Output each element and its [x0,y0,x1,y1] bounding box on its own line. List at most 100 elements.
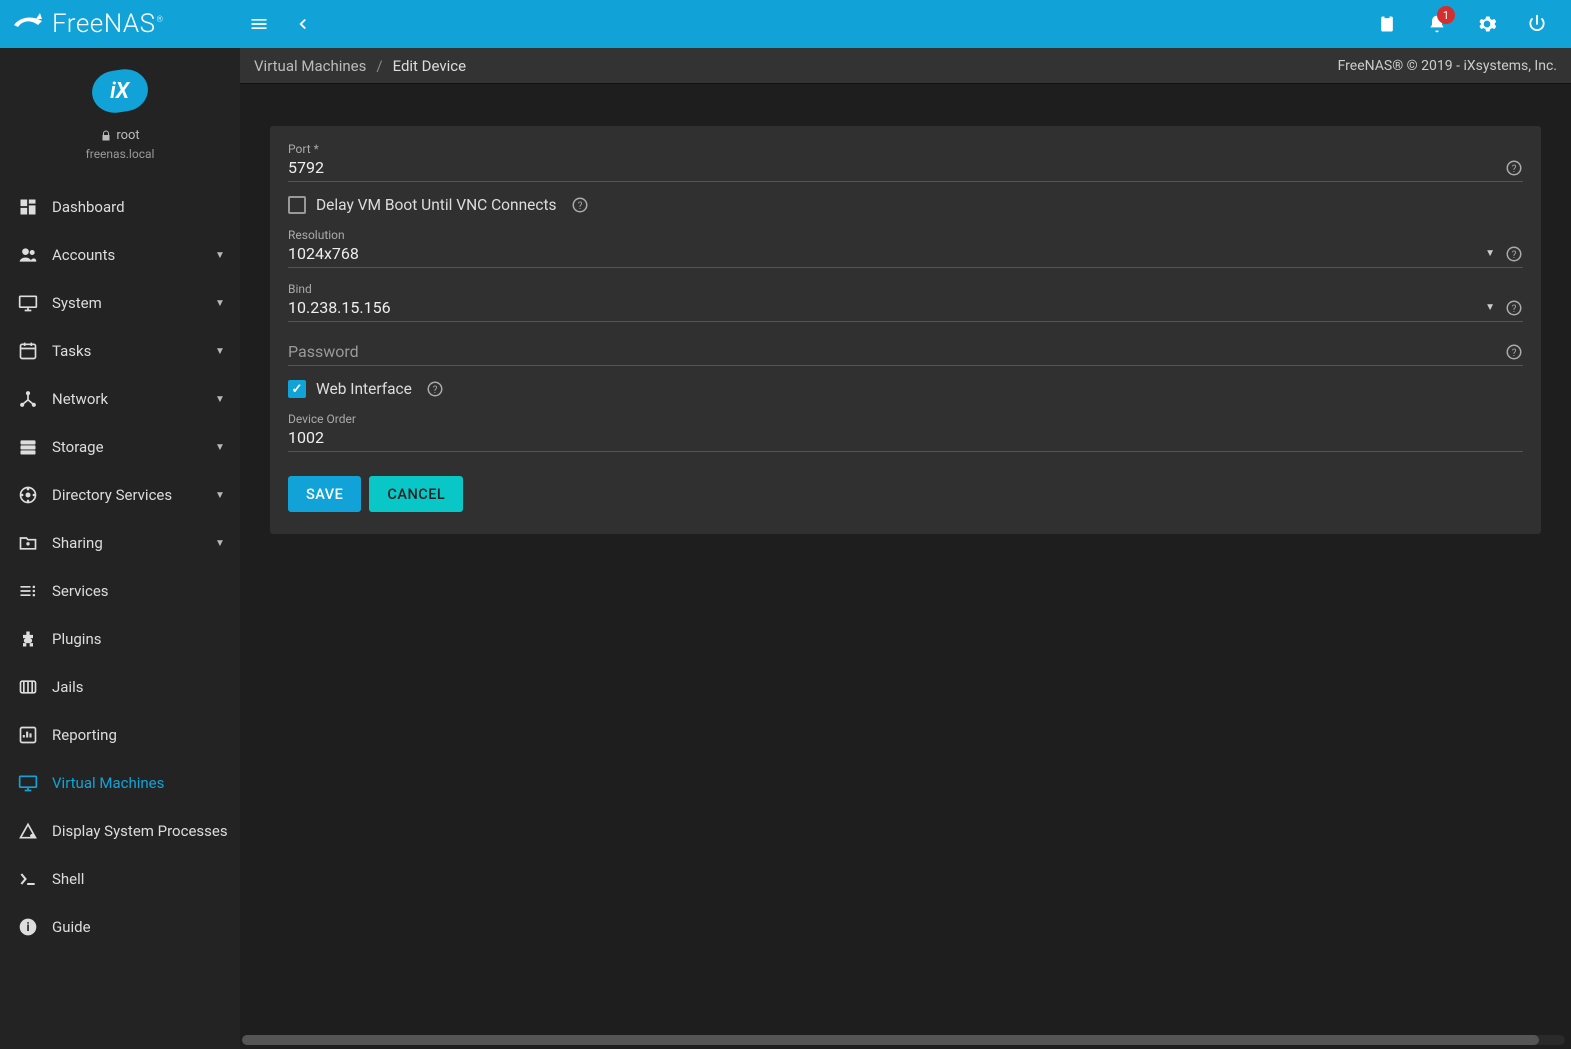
processes-icon [12,821,44,841]
sidebar-item-guide[interactable]: i Guide [0,903,240,951]
sidebar-item-label: Accounts [52,246,212,264]
menu-toggle-icon[interactable] [237,2,281,46]
delay-vnc-label: Delay VM Boot Until VNC Connects [316,196,557,214]
sidebar-item-network[interactable]: Network▼ [0,375,240,423]
chevron-down-icon: ▼ [212,250,228,261]
breadcrumb: Virtual Machines / Edit Device FreeNAS® … [240,48,1571,84]
port-input[interactable] [288,158,1501,177]
help-icon[interactable]: ? [426,380,444,398]
sidebar-item-services[interactable]: Services [0,567,240,615]
shark-icon [12,11,46,37]
notification-badge: 1 [1437,6,1455,24]
vm-icon [12,773,44,793]
chevron-down-icon: ▼ [212,298,228,309]
sidebar-item-shell[interactable]: Shell [0,855,240,903]
form-card: Port * ? Delay VM Boot Until VNC Connect… [270,126,1541,534]
web-interface-checkbox[interactable] [288,380,306,398]
sidebar-item-label: Guide [52,918,228,936]
sidebar-item-label: Virtual Machines [52,774,228,792]
device-order-input[interactable] [288,428,1523,447]
sidebar-item-label: Storage [52,438,212,456]
tasks-icon [12,341,44,361]
clipboard-icon[interactable] [1365,2,1409,46]
help-icon[interactable]: ? [571,196,589,214]
logo-area: FreeNAS® [12,0,237,48]
delay-vnc-checkbox[interactable] [288,196,306,214]
svg-text:?: ? [577,201,582,212]
sidebar-item-sharing[interactable]: Sharing▼ [0,519,240,567]
help-icon[interactable]: ? [1505,343,1523,361]
nav-list: DashboardAccounts▼System▼Tasks▼Network▼S… [0,173,240,961]
breadcrumb-sep: / [376,57,382,75]
device-order-field: Device Order [288,412,1523,452]
host-label: freenas.local [86,147,155,161]
web-interface-label: Web Interface [316,380,412,398]
web-interface-row[interactable]: Web Interface ? [288,380,1523,398]
sidebar-item-label: Shell [52,870,228,888]
device-order-label: Device Order [288,412,1523,426]
sidebar-item-storage[interactable]: Storage▼ [0,423,240,471]
sidebar-item-tasks[interactable]: Tasks▼ [0,327,240,375]
svg-text:?: ? [1512,303,1517,314]
sidebar: iX root freenas.local DashboardAccounts▼… [0,48,240,1049]
system-icon [12,293,44,313]
shell-icon [12,869,44,889]
breadcrumb-current: Edit Device [393,57,467,75]
delay-vnc-row[interactable]: Delay VM Boot Until VNC Connects ? [288,196,1523,214]
chevron-down-icon: ▼ [212,538,228,549]
svg-text:i: i [26,920,29,934]
help-icon[interactable]: ? [1505,299,1523,317]
network-icon [12,389,44,409]
accounts-icon [12,245,44,265]
chevron-down-icon: ▼ [1485,248,1495,259]
sidebar-item-plugins[interactable]: Plugins [0,615,240,663]
sidebar-item-jails[interactable]: Jails [0,663,240,711]
back-icon[interactable] [281,2,325,46]
help-icon[interactable]: ? [1505,245,1523,263]
topbar: FreeNAS® 1 [0,0,1571,48]
lock-icon [100,130,112,142]
svg-text:?: ? [1512,249,1517,260]
breadcrumb-parent[interactable]: Virtual Machines [254,57,366,75]
sidebar-item-label: Dashboard [52,198,228,216]
cancel-button[interactable]: CANCEL [369,476,463,512]
power-icon[interactable] [1515,2,1559,46]
resolution-field: Resolution 1024x768 ▼ ? [288,228,1523,268]
horizontal-scrollbar[interactable] [242,1035,1565,1045]
notifications-icon[interactable]: 1 [1415,2,1459,46]
sidebar-item-directory[interactable]: Directory Services▼ [0,471,240,519]
sidebar-item-system[interactable]: System▼ [0,279,240,327]
sidebar-item-label: Network [52,390,212,408]
resolution-select[interactable]: 1024x768 [288,244,1479,263]
directory-icon [12,485,44,505]
svg-text:?: ? [433,385,438,396]
sidebar-item-label: Plugins [52,630,228,648]
sidebar-item-accounts[interactable]: Accounts▼ [0,231,240,279]
port-field: Port * ? [288,142,1523,182]
settings-icon[interactable] [1465,2,1509,46]
resolution-label: Resolution [288,228,1523,242]
sidebar-item-processes[interactable]: Display System Processes [0,807,240,855]
save-button[interactable]: SAVE [288,476,361,512]
guide-icon: i [12,917,44,937]
password-input[interactable] [288,342,1501,361]
sidebar-item-label: Display System Processes [52,822,228,840]
app-logo: FreeNAS® [12,9,164,39]
bind-select[interactable]: 10.238.15.156 [288,298,1479,317]
sidebar-item-dashboard[interactable]: Dashboard [0,183,240,231]
sidebar-item-vm[interactable]: Virtual Machines [0,759,240,807]
sidebar-item-reporting[interactable]: Reporting [0,711,240,759]
storage-icon [12,437,44,457]
chevron-down-icon: ▼ [212,442,228,453]
chevron-down-icon: ▼ [212,346,228,357]
help-icon[interactable]: ? [1505,159,1523,177]
bind-field: Bind 10.238.15.156 ▼ ? [288,282,1523,322]
chevron-down-icon: ▼ [212,490,228,501]
user-label: root [100,128,139,143]
dashboard-icon [12,197,44,217]
sidebar-item-label: Services [52,582,228,600]
chevron-down-icon: ▼ [212,394,228,405]
port-label: Port * [288,142,1523,156]
sidebar-item-label: Jails [52,678,228,696]
sidebar-item-label: Reporting [52,726,228,744]
